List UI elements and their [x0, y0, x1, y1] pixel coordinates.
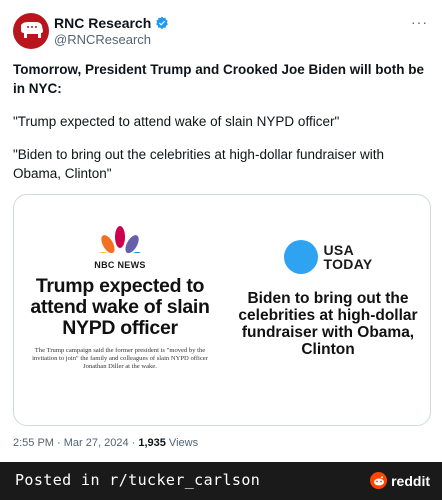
reddit-footer: Posted in r/tucker_carlson reddit	[0, 462, 442, 500]
tweet-quote-2: "Biden to bring out the celebrities at h…	[13, 147, 384, 181]
author-name[interactable]: RNC Research	[54, 15, 151, 31]
reddit-wordmark: reddit	[391, 472, 430, 489]
nbc-peacock-logo-icon	[98, 226, 142, 272]
tweet-timestamp[interactable]: 2:55 PM · Mar 27, 2024 ·	[13, 437, 138, 449]
verified-badge-icon	[156, 16, 169, 30]
posted-in-label[interactable]: Posted in r/tucker_carlson	[15, 471, 260, 489]
usa-today-logo: USA TODAY	[226, 240, 430, 274]
more-options-icon[interactable]: ···	[411, 14, 428, 30]
usa-brand-line1: USA	[323, 242, 354, 258]
nbc-headline: Trump expected to attend wake of slain N…	[30, 275, 210, 339]
media-image[interactable]: NBC NEWS Trump expected to attend wake o…	[13, 194, 431, 426]
reddit-snoo-icon	[370, 472, 388, 489]
tweet-lead: Tomorrow, President Trump and Crooked Jo…	[13, 62, 425, 96]
tweet-body: Tomorrow, President Trump and Crooked Jo…	[13, 60, 428, 197]
nbc-subtext: The Trump campaign said the former presi…	[32, 347, 208, 370]
usa-today-headline: Biden to bring out the celebrities at hi…	[238, 290, 418, 358]
tweet-quote-1: "Trump expected to attend wake of slain …	[13, 114, 340, 129]
usa-today-panel: USA TODAY Biden to bring out the celebri…	[226, 240, 430, 358]
author-handle[interactable]: @RNCResearch	[54, 32, 151, 47]
author-row: RNC Research	[54, 15, 169, 31]
elephant-logo-icon	[21, 22, 43, 38]
tweet-card: RNC Research @RNCResearch ··· Tomorrow, …	[0, 0, 442, 462]
views-count: 1,935	[138, 437, 166, 449]
usa-today-circle-icon	[283, 240, 318, 274]
nbc-brand: NBC NEWS	[94, 260, 146, 270]
reddit-brand[interactable]: reddit	[370, 472, 430, 489]
tweet-meta: 2:55 PM · Mar 27, 2024 · 1,935 Views	[13, 437, 198, 449]
nbc-panel: NBC NEWS Trump expected to attend wake o…	[14, 225, 226, 371]
usa-brand-line2: TODAY	[323, 256, 373, 272]
avatar[interactable]	[13, 13, 49, 49]
views-label: Views	[165, 437, 199, 449]
